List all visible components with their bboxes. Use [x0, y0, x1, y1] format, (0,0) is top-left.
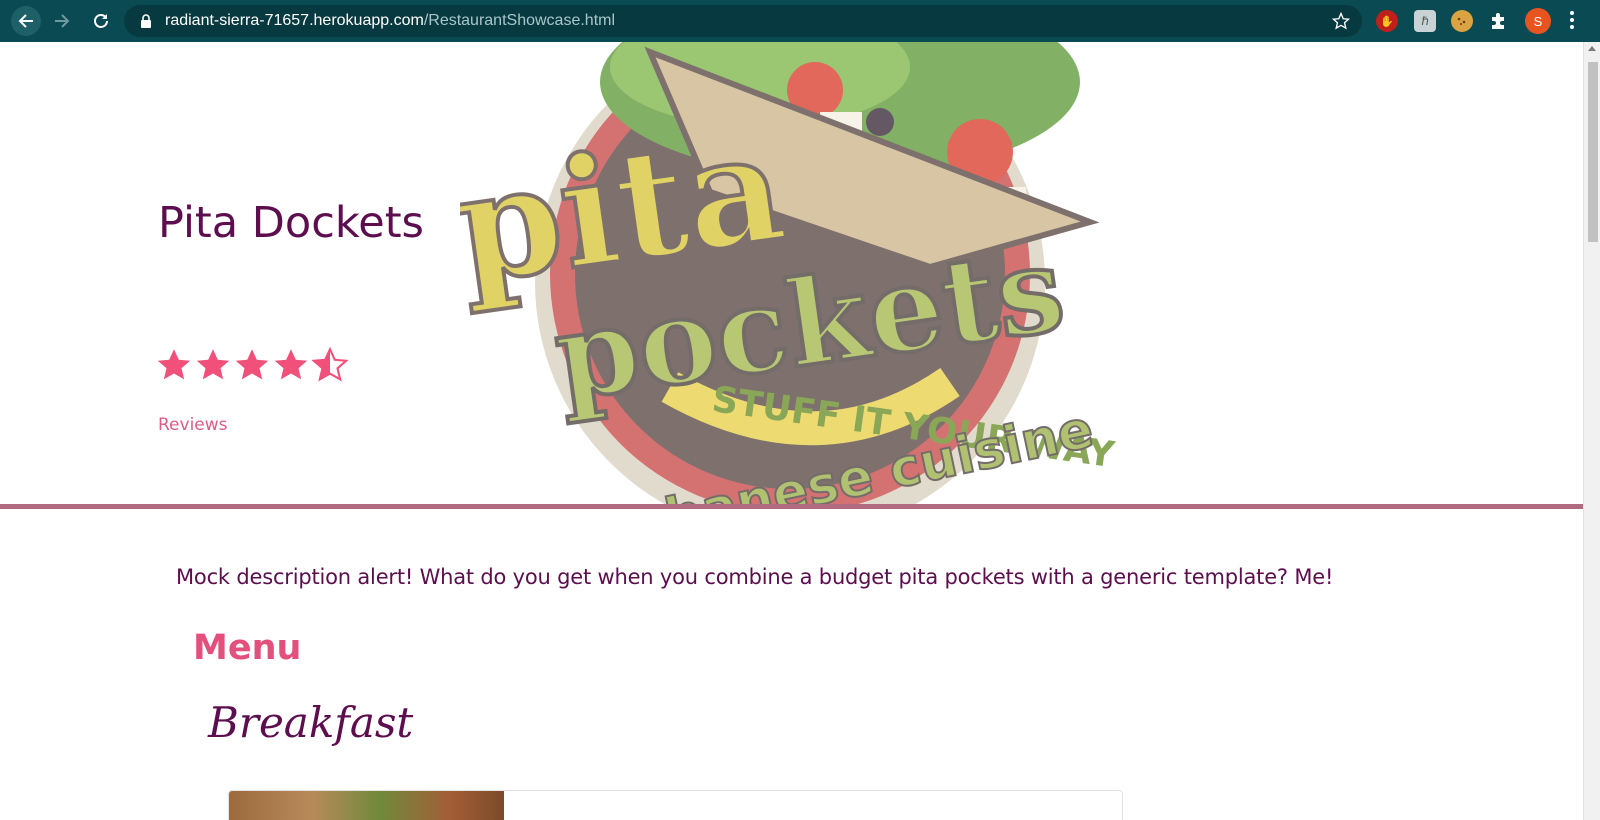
star-full-icon [274, 349, 308, 380]
star-half-icon [312, 347, 348, 382]
bookmark-star-icon[interactable] [1332, 12, 1350, 30]
star-full-icon [196, 349, 230, 380]
page-scrollbar[interactable] [1583, 42, 1600, 820]
restaurant-description: Mock description alert! What do you get … [176, 565, 1334, 589]
h-extension-icon[interactable]: ℏ [1414, 10, 1436, 32]
back-arrow-icon[interactable] [11, 6, 41, 36]
browser-toolbar: radiant-sierra-71657.herokuapp.com/Resta… [0, 0, 1600, 42]
profile-avatar[interactable]: S [1525, 8, 1551, 34]
cookie-icon[interactable] [1451, 10, 1473, 32]
hero-section: STUFF IT YOUR WAY pita pockets lebanese … [0, 42, 1583, 504]
puzzle-icon[interactable] [1488, 10, 1510, 32]
menu-item-image [229, 791, 504, 820]
url-host: radiant-sierra-71657.herokuapp.com [165, 12, 424, 29]
page-content: STUFF IT YOUR WAY pita pockets lebanese … [0, 42, 1583, 820]
pita-pockets-logo: STUFF IT YOUR WAY pita pockets lebanese … [460, 42, 1118, 504]
restaurant-title: Pita Dockets [158, 198, 424, 248]
url-path: /RestaurantShowcase.html [423, 12, 616, 29]
reviews-link[interactable]: Reviews [158, 415, 228, 435]
stop-hand-icon[interactable]: ✋ [1376, 10, 1398, 32]
menu-item-card[interactable] [228, 790, 1123, 820]
scrollbar-thumb[interactable] [1588, 62, 1598, 242]
url-text: radiant-sierra-71657.herokuapp.com/Resta… [165, 10, 615, 32]
forward-arrow-icon[interactable] [47, 6, 77, 36]
rating-stars [156, 347, 348, 383]
reload-icon[interactable] [86, 6, 116, 36]
address-bar[interactable]: radiant-sierra-71657.herokuapp.com/Resta… [124, 5, 1362, 37]
menu-heading: Menu [193, 628, 302, 668]
star-full-icon [235, 349, 269, 380]
breakfast-heading: Breakfast [208, 698, 414, 747]
hero-divider [0, 504, 1583, 509]
scroll-up-arrow-icon[interactable] [1588, 46, 1596, 51]
star-full-icon [157, 349, 191, 380]
browser-menu-icon[interactable] [1568, 9, 1576, 33]
lock-icon [141, 14, 151, 28]
